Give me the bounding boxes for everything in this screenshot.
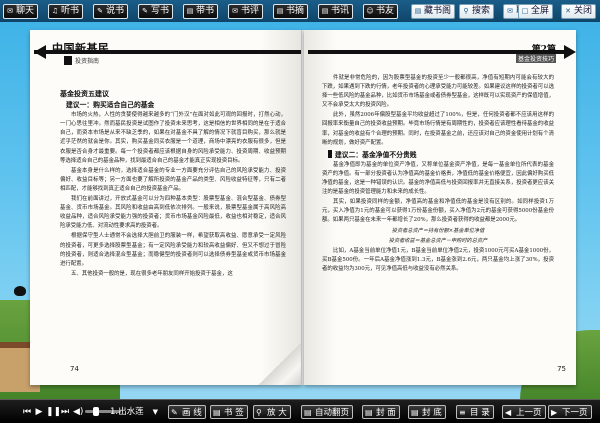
left-page-header: 中国新基民 投资指南 bbox=[34, 42, 301, 70]
volume-knob[interactable] bbox=[93, 407, 99, 416]
listen-button[interactable]: ♫ 听书 bbox=[48, 4, 84, 19]
write-button[interactable]: ✎ 写书 bbox=[138, 4, 174, 19]
paragraph: 市场的火热，人性的贪婪使得越来越多的“门外汉”在面对如此可观的回报时，打然心动，… bbox=[60, 112, 286, 164]
chevron-down-icon: ▼ bbox=[152, 408, 158, 416]
review-button[interactable]: ✉ 书评 bbox=[228, 4, 264, 19]
fullscreen-icon: □ bbox=[521, 7, 529, 15]
toc-button[interactable]: ≡ 目 录 bbox=[456, 405, 494, 419]
header-arrow bbox=[34, 45, 46, 59]
paragraph: 其实，如果投资同样的金额，净值高的基金和净值低的基金是没有区别的。如同样投资1万… bbox=[322, 199, 554, 224]
prev-page-button[interactable]: ◀ 上一页 bbox=[502, 405, 546, 419]
paragraph: 此外，虽然2006年偏股型基金平均收益超过了100%，但是，任何投资者都不应该用… bbox=[322, 112, 554, 146]
comment-icon: ✉ bbox=[232, 7, 238, 15]
headphone-icon: ♫ bbox=[51, 7, 59, 15]
music-select[interactable]: 1.出水莲 ▼ bbox=[108, 405, 160, 419]
draw-line-button[interactable]: ✎ 画 线 bbox=[168, 405, 206, 419]
search-button[interactable]: ⚲ 搜索 bbox=[459, 4, 495, 19]
autoflip-icon: ▤ bbox=[304, 408, 312, 417]
paragraph: 根据保守型人士通常不会选择大胆前卫的服装一样，希望获取高收益、愿意承受一定风险的… bbox=[60, 233, 286, 267]
left-page-text: 基金投资五建议 建议一：购买适合自己的基金 市场的火热，人性的贪婪使得越来越多的… bbox=[60, 88, 286, 368]
volume-icon[interactable]: ◀) bbox=[73, 405, 83, 419]
backcover-icon: ▤ bbox=[411, 408, 419, 417]
bottom-toolbar: ⏮ ▶ ❚❚ ⏭ ◀) 1.出水莲 ▼ ✎ 画 线 ▤ 书 签 ⚲ 放 大 ▤ 自动翻页 … bbox=[0, 399, 600, 423]
paragraph: 基金本身是什么样的，选择适合基金的专业一方面要充分评估自己的风险承受能力、投资偏… bbox=[60, 167, 286, 192]
formula: 投资者总资产＝持有份额×基金单位净值 bbox=[391, 227, 485, 234]
chat-button[interactable]: ✉ 聊天 bbox=[3, 4, 39, 19]
bookmark-button[interactable]: ▤ 书 签 bbox=[210, 405, 248, 419]
section-title: 基金投资五建议 bbox=[60, 90, 109, 98]
right-page[interactable]: 第2篇 基金投资技巧 件就是非常危险的，因为股票型基金的投资至少一般都很高，净值… bbox=[304, 30, 576, 385]
formula: 投资者收益＝基金总资产－申购时的总资产 bbox=[388, 237, 488, 244]
first-page-icon[interactable]: ⏮ bbox=[22, 405, 32, 419]
note-icon: ▤ bbox=[276, 7, 284, 15]
page-curl[interactable] bbox=[258, 342, 301, 385]
cover-button[interactable]: ▤ 封 面 bbox=[362, 405, 400, 419]
paragraph: 件就是非常危险的，因为股票型基金的投资至少一般都很高，净值有短期内可能会有较大的… bbox=[322, 75, 554, 109]
subsection-title: 建议一：购买适合自己的基金 bbox=[66, 101, 155, 110]
book-subtitle: 投资指南 bbox=[64, 56, 99, 65]
play-icon[interactable]: ▶ bbox=[34, 405, 44, 419]
close-button[interactable]: ✕ 关闭 bbox=[561, 4, 597, 19]
paragraph: 比如，A基金当前单位净值1元，B基金当前单位净值2元，投资1000元可买A基金1… bbox=[322, 247, 554, 272]
zoom-button[interactable]: ⚲ 放 大 bbox=[253, 405, 291, 419]
info-icon: ▤ bbox=[321, 7, 329, 15]
header-arrow bbox=[564, 45, 576, 59]
book-viewer: 中国新基民 投资指南 基金投资五建议 建议一：购买适合自己的基金 市场的火热，人… bbox=[30, 30, 576, 395]
bag-icon: ▤ bbox=[186, 7, 194, 15]
top-toolbar: ✉ 聊天 ♫ 听书 ✎ 说书 ✎ 写书 ▤ 带书 ✉ 书评 ▤ 书摘 ▤ 书讯 ☺ 书友 ▤ 藏书阁… bbox=[0, 0, 600, 22]
paragraph: 五、其他投资一般的是，现在很多老年朋友同样开始投资于基金，这 bbox=[71, 270, 233, 277]
friends-button[interactable]: ☺ 书友 bbox=[363, 4, 399, 19]
left-page[interactable]: 中国新基民 投资指南 基金投资五建议 建议一：购买适合自己的基金 市场的火热，人… bbox=[30, 30, 302, 385]
pen-icon: ✎ bbox=[142, 7, 148, 15]
prev-icon: ◀ bbox=[505, 408, 512, 417]
toc-icon: ≡ bbox=[459, 408, 466, 417]
paragraph: 基金净值即为基金的单位资产净值，又称单位基金资产净值，是每一基金单位所代表的基金… bbox=[322, 161, 554, 196]
book-title: 中国新基民 bbox=[52, 42, 110, 55]
subsection-marker bbox=[328, 149, 332, 158]
page-number-right: 75 bbox=[557, 365, 566, 373]
search-icon: ⚲ bbox=[463, 7, 469, 15]
paragraph: 我们在前面讲过，开放式基金可以分为四种基本类型：股票型基金、混合型基金、债券型基… bbox=[60, 196, 286, 230]
back-cover-button[interactable]: ▤ 封 底 bbox=[408, 405, 446, 419]
next-page-button[interactable]: ▶ 下一页 bbox=[548, 405, 592, 419]
friends-icon: ☺ bbox=[366, 7, 374, 15]
bookshelf-icon: ▤ bbox=[414, 7, 422, 15]
fullscreen-button[interactable]: □ 全屏 bbox=[518, 4, 554, 19]
page-number-left: 74 bbox=[70, 365, 79, 373]
right-page-text: 件就是非常危险的，因为股票型基金的投资至少一般都很高，净值有短期内可能会有较大的… bbox=[322, 74, 554, 368]
last-page-icon[interactable]: ⏭ bbox=[60, 405, 70, 419]
zoom-icon: ⚲ bbox=[256, 408, 262, 417]
speak-icon: ✎ bbox=[97, 7, 103, 15]
auto-flip-button[interactable]: ▤ 自动翻页 bbox=[301, 405, 354, 419]
chapter-subtitle: 基金投资技巧 bbox=[515, 54, 556, 63]
draw-icon: ✎ bbox=[171, 408, 178, 417]
pause-icon[interactable]: ❚❚ bbox=[46, 405, 61, 419]
subsection-title: 建议二：基金净值不分贵贱 bbox=[328, 149, 554, 160]
mail-icon: ✉ bbox=[507, 7, 513, 15]
carry-book-button[interactable]: ▤ 带书 bbox=[183, 4, 219, 19]
cover-icon: ▤ bbox=[365, 408, 373, 417]
narrate-button[interactable]: ✎ 说书 bbox=[93, 4, 129, 19]
chat-icon: ✉ bbox=[7, 7, 13, 15]
bookmark-icon: ▤ bbox=[213, 408, 221, 417]
next-icon: ▶ bbox=[551, 408, 558, 417]
background-bird bbox=[14, 286, 26, 296]
news-button[interactable]: ▤ 书讯 bbox=[318, 4, 354, 19]
right-page-header: 第2篇 基金投资技巧 bbox=[304, 44, 576, 70]
close-icon: ✕ bbox=[565, 7, 571, 15]
excerpt-button[interactable]: ▤ 书摘 bbox=[273, 4, 309, 19]
bookshelf-button[interactable]: ▤ 藏书阁 bbox=[411, 4, 456, 19]
